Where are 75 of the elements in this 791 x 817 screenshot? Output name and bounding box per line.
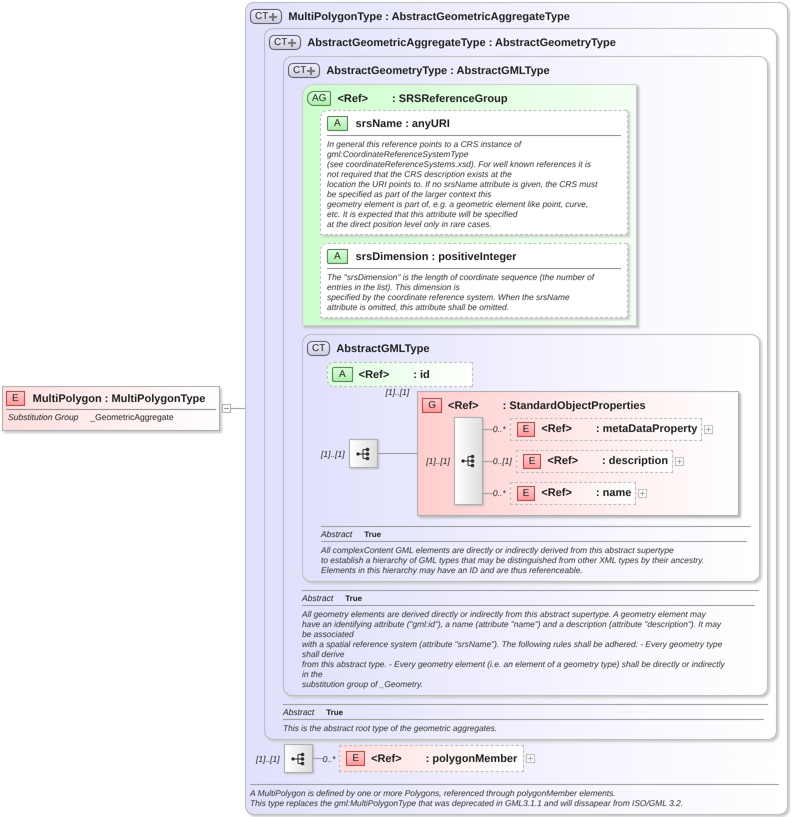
element-node[interactable]: E <Ref> : polygonMember	[339, 745, 524, 772]
property-value: True	[345, 594, 362, 602]
collapse-icon[interactable]	[222, 404, 231, 413]
kind-badge: E	[522, 454, 542, 468]
tree-icon	[356, 446, 370, 460]
property-label: Abstract	[302, 593, 334, 603]
type-description: This is the abstract root type of the geometric aggregates.	[283, 722, 498, 733]
sequence-node[interactable]	[454, 417, 483, 505]
type-title: AbstractGMLType	[336, 342, 430, 354]
attribute-description: The "srsDimension" is the length of coordinate sequence (the number of entries in the list). This dimension is specified by the coordinate reference system. When the srsName attribute is omitted, this attribute shall be omitted.	[327, 271, 596, 312]
type-description: A MultiPolygon is defined by one or more Polygons, referenced through polygonMember elements. This type replaces the gml:MultiPolygonType that was deprecated in GML3.1.1 and will dissapear from ISO/GML 3.2.	[250, 784, 779, 808]
sequence-node[interactable]	[348, 439, 378, 468]
occurrence-label: 0..*	[322, 754, 336, 764]
plus-icon	[307, 66, 316, 74]
attribute-title: srsName : anyURI	[356, 118, 450, 130]
occurrence-label: [1]..[1]	[256, 754, 280, 764]
property-label: Abstract	[321, 529, 352, 539]
kind-badge: E	[346, 751, 366, 766]
occurrence-label: [1]..[1]	[426, 456, 450, 466]
attribute-node[interactable]: A <Ref> : id	[327, 362, 473, 387]
property-value: True	[364, 530, 382, 538]
ref-label: <Ref>	[547, 455, 578, 467]
property-label: Abstract	[283, 707, 314, 717]
property-value: _GeometricAggregate	[90, 412, 174, 422]
plus-icon	[288, 38, 296, 46]
occurrence-label: [1]..[1]	[321, 448, 345, 458]
element-name: : metaDataProperty	[596, 423, 698, 435]
ref-label: <Ref>	[358, 368, 390, 380]
occurrence-label: 0..*	[492, 424, 506, 434]
element-node[interactable]: E <Ref> : name	[510, 482, 636, 504]
element-name: : name	[596, 487, 632, 499]
type-title: MultiPolygonType : AbstractGeometricAggregateType	[288, 10, 570, 22]
kind-badge: E	[516, 422, 536, 436]
group-name: : SRSReferenceGroup	[392, 92, 508, 104]
kind-badge: E	[6, 391, 25, 406]
type-description: All complexContent GML elements are directly or indirectly derived from this abstract supertype to establish a hierarchy of GML types that may be distinguished from other XML types by their ancestry. Elements in this hierarchy may have an ID and are thus referenceable.	[321, 544, 706, 575]
attribute-node[interactable]	[320, 243, 628, 318]
ref-label: <Ref>	[371, 752, 402, 764]
occurrence-label: 0..[1]	[492, 456, 512, 466]
plus-icon	[269, 12, 278, 20]
attribute-name: : id	[413, 368, 430, 380]
occurrence-label: [1]..[1]	[386, 387, 410, 397]
attribute-title: srsDimension : positiveInteger	[356, 250, 516, 262]
kind-label: CT	[312, 342, 326, 355]
element-name: : description	[602, 455, 668, 467]
property-value: True	[326, 708, 344, 716]
kind-badge: G	[422, 398, 442, 413]
ref-label: <Ref>	[448, 400, 479, 412]
attribute-description: In general this reference points to a CRS instance of gml:CoordinateReferenceSystemType (see coordinateReferenceSystems.xsd). For well known references it is not required that the CRS description exists at the location the URI points to. If no srsName attribute is given, the CRS must be specified as part of the larger context this geometry element is part of, e.g. a geometric element like point, curve, etc. It is expected that this attribute will be specified at the direct position level only in rare cases.	[327, 138, 599, 229]
element-title: MultiPolygon : MultiPolygonType	[32, 392, 206, 404]
kind-badge: A	[332, 367, 353, 382]
kind-badge: A	[327, 116, 348, 131]
kind-label: CT	[255, 10, 268, 23]
type-title: AbstractGeometricAggregateType : AbstractGeometryType	[307, 36, 616, 48]
element-node[interactable]: E <Ref> : metaDataProperty	[510, 418, 702, 440]
kind-badge: E	[516, 486, 536, 500]
element-node[interactable]: E <Ref> : description	[516, 450, 674, 472]
kind-badge: A	[327, 249, 348, 264]
sequence-node[interactable]	[284, 744, 313, 773]
kind-label: CT	[274, 36, 288, 49]
ref-label: <Ref>	[541, 487, 572, 499]
occurrence-label: 0..*	[492, 488, 506, 498]
ref-label: <Ref>	[541, 423, 572, 435]
type-title: AbstractGeometryType : AbstractGMLType	[326, 64, 550, 76]
ref-label: <Ref>	[337, 92, 368, 104]
group-name: : StandardObjectProperties	[502, 400, 646, 412]
type-description: All geometry elements are derived directly or indirectly from this abstract supertype. A geometry element may have an identifying attribute ("gml:id"), a name (attribute "name") and a description (attribute "description"). It may be associated with a spatial reference system (attribute "srsName"). The following rules shall be adhered: - Every geometry type shall derive from this abstract type. - Every geometry element (i.e. an element of a geometry type) shall be directly or indirectly in the substitution group of _Geometry.	[302, 608, 726, 689]
kind-badge: AG	[307, 91, 332, 106]
attribute-node[interactable]	[320, 110, 628, 235]
element-node[interactable]: E MultiPolygon : MultiPolygonType Substitution Group _GeometricAggregate	[2, 386, 220, 431]
kind-label: CT	[293, 64, 306, 77]
tree-icon	[291, 752, 306, 766]
property-label: Substitution Group	[8, 412, 78, 422]
element-name: : polygonMember	[426, 752, 518, 764]
tree-icon	[461, 454, 476, 468]
